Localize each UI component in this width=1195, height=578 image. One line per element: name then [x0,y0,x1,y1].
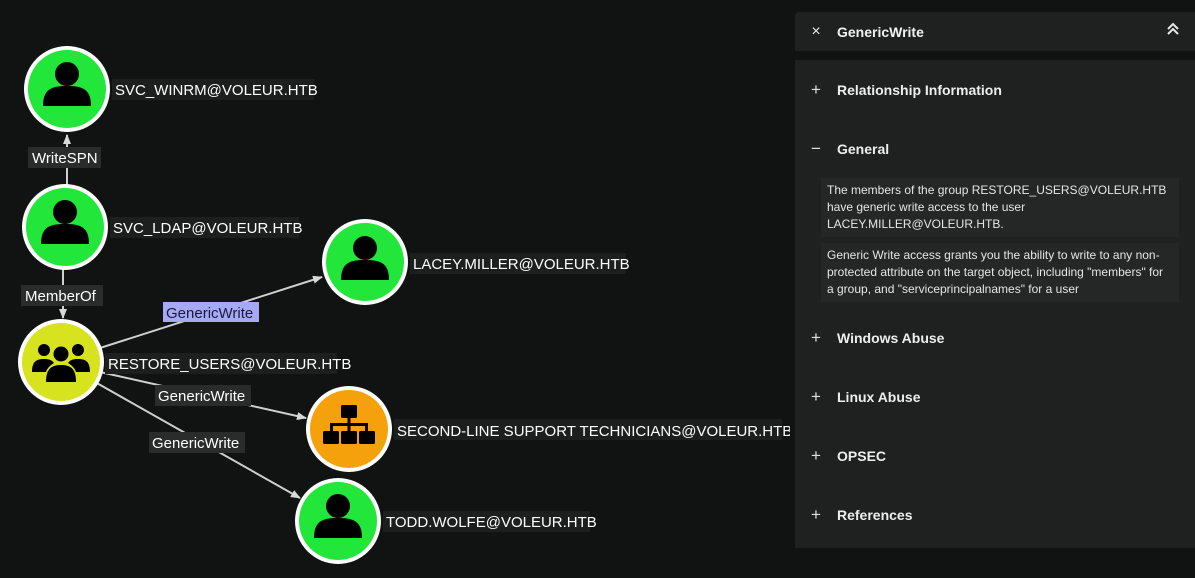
plus-icon: + [811,79,821,99]
section-relationship-information[interactable]: + Relationship Information [795,60,1195,119]
edge-label-writespn: WriteSPN [32,150,98,167]
panel-header: × GenericWrite [795,12,1195,51]
section-windows-abuse[interactable]: + Windows Abuse [795,308,1195,367]
plus-icon: + [811,504,821,524]
section-title: General [837,140,890,157]
plus-icon: + [811,327,821,347]
edge-writespn[interactable]: WriteSPN [28,134,101,185]
section-linux-abuse[interactable]: + Linux Abuse [795,367,1195,426]
node-label-todd-wolfe: TODD.WOLFE@VOLEUR.HTB [386,514,597,531]
general-paragraph: Generic Write access grants you the abil… [821,243,1179,302]
panel-title: GenericWrite [837,23,924,40]
node-second-line[interactable]: SECOND-LINE SUPPORT TECHNICIANS@VOLEUR.H… [306,386,790,472]
node-svc-ldap[interactable]: SVC_LDAP@VOLEUR.HTB [22,184,302,270]
section-general[interactable]: − General [795,119,1195,178]
edge-label-genericwrite-lacey: GenericWrite [166,305,253,322]
chevrons-up-icon[interactable] [1151,22,1195,41]
node-label-svc-ldap: SVC_LDAP@VOLEUR.HTB [113,220,302,237]
section-title: Linux Abuse [837,388,921,405]
section-title: Windows Abuse [837,329,945,346]
minus-icon: − [811,138,821,158]
edge-genericwrite-second-line[interactable]: GenericWrite [99,371,307,420]
section-title: References [837,506,913,523]
general-paragraph: The members of the group RESTORE_USERS@V… [821,178,1179,237]
graph-canvas[interactable]: WriteSPN MemberOf GenericWrite GenericWr… [0,0,790,578]
node-label-svc-winrm: SVC_WINRM@VOLEUR.HTB [115,82,318,99]
close-icon[interactable]: × [795,23,837,41]
general-content: The members of the group RESTORE_USERS@V… [795,178,1195,302]
node-svc-winrm[interactable]: SVC_WINRM@VOLEUR.HTB [24,46,318,132]
section-references[interactable]: + References [795,485,1195,544]
node-label-restore-users: RESTORE_USERS@VOLEUR.HTB [108,356,351,373]
node-label-second-line: SECOND-LINE SUPPORT TECHNICIANS@VOLEUR.H… [397,423,790,440]
section-title: Relationship Information [837,81,1002,98]
edge-label-genericwrite-todd: GenericWrite [152,435,239,452]
edge-label-memberof: MemberOf [25,288,97,305]
edge-info-panel: × GenericWrite + Relationship Informatio… [795,12,1195,548]
plus-icon: + [811,386,821,406]
section-opsec[interactable]: + OPSEC [795,426,1195,485]
section-title: OPSEC [837,447,887,464]
edge-genericwrite-lacey[interactable]: GenericWrite [99,275,323,349]
panel-body: + Relationship Information − General The… [795,60,1195,548]
plus-icon: + [811,445,821,465]
node-lacey-miller[interactable]: LACEY.MILLER@VOLEUR.HTB [322,219,630,305]
node-label-lacey-miller: LACEY.MILLER@VOLEUR.HTB [413,256,630,273]
edge-label-genericwrite-second-line: GenericWrite [158,388,245,405]
node-todd-wolfe[interactable]: TODD.WOLFE@VOLEUR.HTB [295,478,597,564]
edge-memberof[interactable]: MemberOf [21,268,103,319]
